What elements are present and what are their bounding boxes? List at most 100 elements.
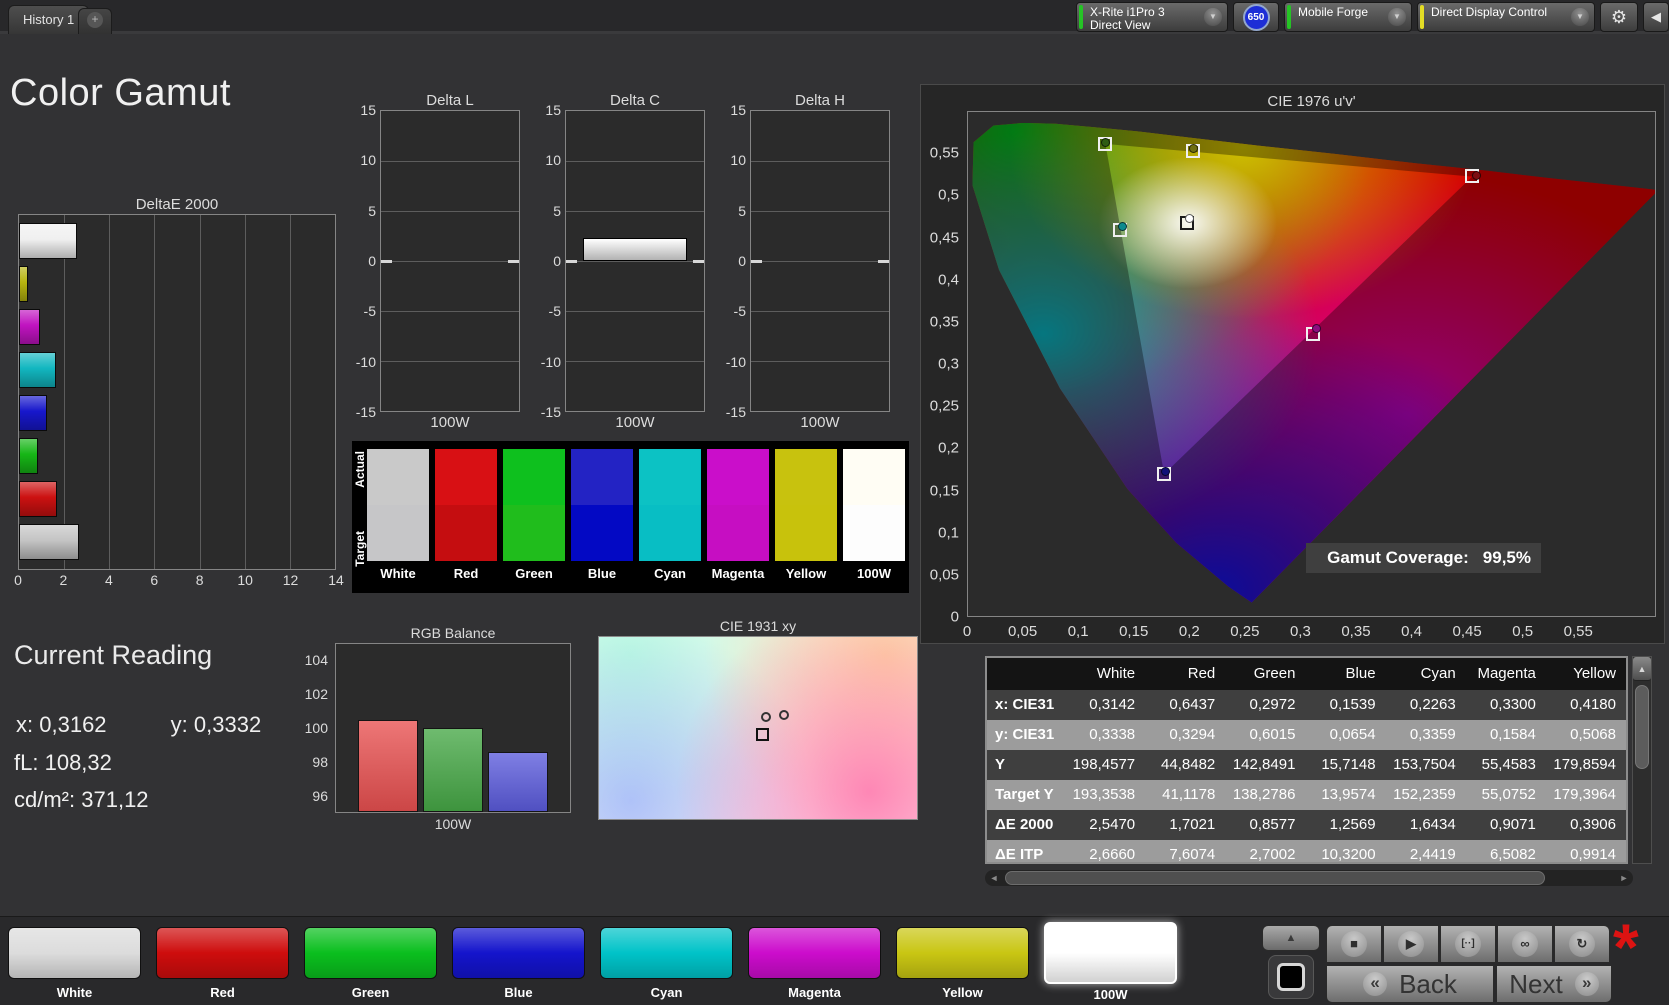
bar-row xyxy=(19,266,335,302)
scroll-right-icon[interactable]: ► xyxy=(1615,873,1633,883)
gridline xyxy=(566,211,704,212)
pattern-button-white[interactable]: White xyxy=(8,927,141,1000)
cie1976-x-axis: 0 0,05 0,1 0,15 0,2 0,25 0,3 0,35 0,4 0,45 0,5 0,55 xyxy=(963,623,1656,641)
add-tab-button[interactable]: + xyxy=(78,8,112,34)
table-header-row: White Red Green Blue Cyan Magenta Yellow xyxy=(987,658,1626,690)
pattern-button-red[interactable]: Red xyxy=(156,927,289,1000)
deltae-bar-100w xyxy=(19,524,80,560)
pattern-button-blue[interactable]: Blue xyxy=(452,927,585,1000)
x-tick-label: 0,45 xyxy=(1452,623,1482,640)
display-control-status-indicator xyxy=(1420,5,1424,29)
cell: 0,6015 xyxy=(1249,726,1296,743)
meter-badge: 650 xyxy=(1242,3,1270,31)
pattern-label: Magenta xyxy=(788,985,841,1000)
loop-button[interactable]: ∞ xyxy=(1497,925,1553,963)
gamut-point-magenta xyxy=(1305,323,1321,341)
pattern-window-up-button[interactable]: ▲ xyxy=(1262,925,1320,951)
meter-profile-button[interactable]: 650 xyxy=(1233,2,1279,32)
y-tick-label: -10 xyxy=(355,353,376,370)
cie1931-square-marker xyxy=(756,728,770,741)
y-tick-label: 0 xyxy=(368,253,376,269)
step-button[interactable]: [··] xyxy=(1440,925,1496,963)
y-tick-label: 0,15 xyxy=(929,482,959,499)
chevron-down-icon: ▼ xyxy=(1204,8,1222,26)
pattern-button-100w[interactable]: 100W xyxy=(1044,922,1177,1002)
cell: 0,0654 xyxy=(1329,726,1376,743)
bar-row xyxy=(19,481,335,517)
scroll-left-icon[interactable]: ◄ xyxy=(985,873,1003,883)
gear-icon: ⚙ xyxy=(1610,6,1628,27)
x-tick-label: 14 xyxy=(328,572,344,588)
x-tick-label: 4 xyxy=(104,572,113,588)
y-tick-label: -5 xyxy=(548,303,561,320)
y-tick-label: -15 xyxy=(355,404,376,420)
pattern-button-magenta[interactable]: Magenta xyxy=(748,927,881,1000)
table-row: Target Y 193,3538 41,1178 138,2786 13,9574 15… xyxy=(987,780,1626,810)
column-header: Red xyxy=(1187,665,1216,682)
pattern-swatch xyxy=(452,927,585,979)
stop-button[interactable]: ■ xyxy=(1326,925,1382,963)
delta-c-x-label: 100W xyxy=(615,414,655,431)
cell: 2,4419 xyxy=(1409,846,1456,863)
measured-dot xyxy=(1118,222,1128,232)
play-button[interactable]: ▶ xyxy=(1383,925,1439,963)
pattern-swatch xyxy=(748,927,881,979)
y-tick-label: 0 xyxy=(950,608,959,626)
cell: 179,8594 xyxy=(1553,756,1616,773)
source-dropdown[interactable]: Mobile Forge ▼ xyxy=(1284,2,1412,32)
y-tick-label: 0,25 xyxy=(929,397,959,415)
current-reading-fl: fL: 108,32 xyxy=(14,750,112,775)
deltae-bar-white xyxy=(19,223,77,259)
delta-l-y-axis: 15 10 5 0 -5 -10 -15 xyxy=(342,102,380,420)
gamut-point-yellow xyxy=(1185,144,1200,159)
y-tick-label: 104 xyxy=(304,652,328,668)
collapse-panel-button[interactable]: ◀ xyxy=(1643,2,1669,32)
vertical-scroll-thumb[interactable] xyxy=(1635,685,1649,769)
pattern-label: Red xyxy=(210,985,235,1000)
cell: 55,4583 xyxy=(1481,756,1536,773)
pattern-button-cyan[interactable]: Cyan xyxy=(600,927,733,1000)
settings-button[interactable]: ⚙ xyxy=(1600,2,1638,32)
rgb-bar-red xyxy=(358,719,418,812)
actual-row-label: Actual xyxy=(353,451,367,488)
next-button[interactable]: Next » xyxy=(1496,965,1612,1003)
pattern-button-yellow[interactable]: Yellow xyxy=(896,927,1029,1000)
measured-dot xyxy=(1100,137,1110,147)
table-row: Y 198,4577 44,8482 142,8491 15,7148 153,7504 5… xyxy=(987,750,1626,780)
current-reading-title: Current Reading xyxy=(14,640,213,670)
y-tick-label: 0,5 xyxy=(938,186,959,204)
x-tick-label: 8 xyxy=(195,572,204,588)
y-tick-label: 0,3 xyxy=(938,355,959,373)
display-control-dropdown[interactable]: Direct Display Control ▼ xyxy=(1417,2,1595,32)
delta-h-title: Delta H xyxy=(794,92,846,109)
measured-dot xyxy=(1161,466,1171,476)
cell: 0,8577 xyxy=(1249,816,1296,833)
double-chevron-left-icon: « xyxy=(1363,972,1388,996)
zero-tick xyxy=(751,260,762,263)
x-tick-label: 12 xyxy=(282,572,299,588)
cell: 0,1584 xyxy=(1489,726,1536,743)
deltae2000-title: DeltaE 2000 xyxy=(135,196,219,213)
gridline xyxy=(381,361,519,362)
meter-dropdown[interactable]: X-Rite i1Pro 3 Direct View ▼ xyxy=(1076,2,1228,32)
gamut-point-blue xyxy=(1157,466,1172,481)
y-tick-label: 0,45 xyxy=(929,229,959,246)
delta-h-y-axis: 15 10 5 0 -5 -10 -15 xyxy=(712,102,750,420)
refresh-button[interactable]: ↻ xyxy=(1554,925,1610,963)
swatch-column-green: Green xyxy=(503,449,565,593)
pattern-swatch xyxy=(896,927,1029,979)
delta-h-chart xyxy=(750,110,890,412)
horizontal-scroll-thumb[interactable] xyxy=(1005,871,1545,885)
pattern-window-button[interactable] xyxy=(1268,955,1314,999)
scroll-up-button[interactable]: ▲ xyxy=(1633,657,1651,681)
cell: 0,4180 xyxy=(1570,696,1616,713)
row-label: x: CIE31 xyxy=(995,696,1055,713)
column-header: Green xyxy=(1253,665,1296,682)
back-button[interactable]: « Back xyxy=(1326,965,1494,1003)
cie1976-y-axis: 0,55 0,5 0,45 0,4 0,35 0,3 0,25 0,2 0,15 0,1 0,05 0 xyxy=(921,111,963,626)
cell: 0,1539 xyxy=(1329,696,1376,713)
table-vertical-scrollbar[interactable]: ▲ xyxy=(1632,656,1652,864)
table-horizontal-scrollbar[interactable]: ◄ ► xyxy=(985,870,1633,886)
table-row: ΔE 2000 2,5470 1,7021 0,8577 1,2569 1,6434 0,9… xyxy=(987,810,1626,840)
pattern-button-green[interactable]: Green xyxy=(304,927,437,1000)
